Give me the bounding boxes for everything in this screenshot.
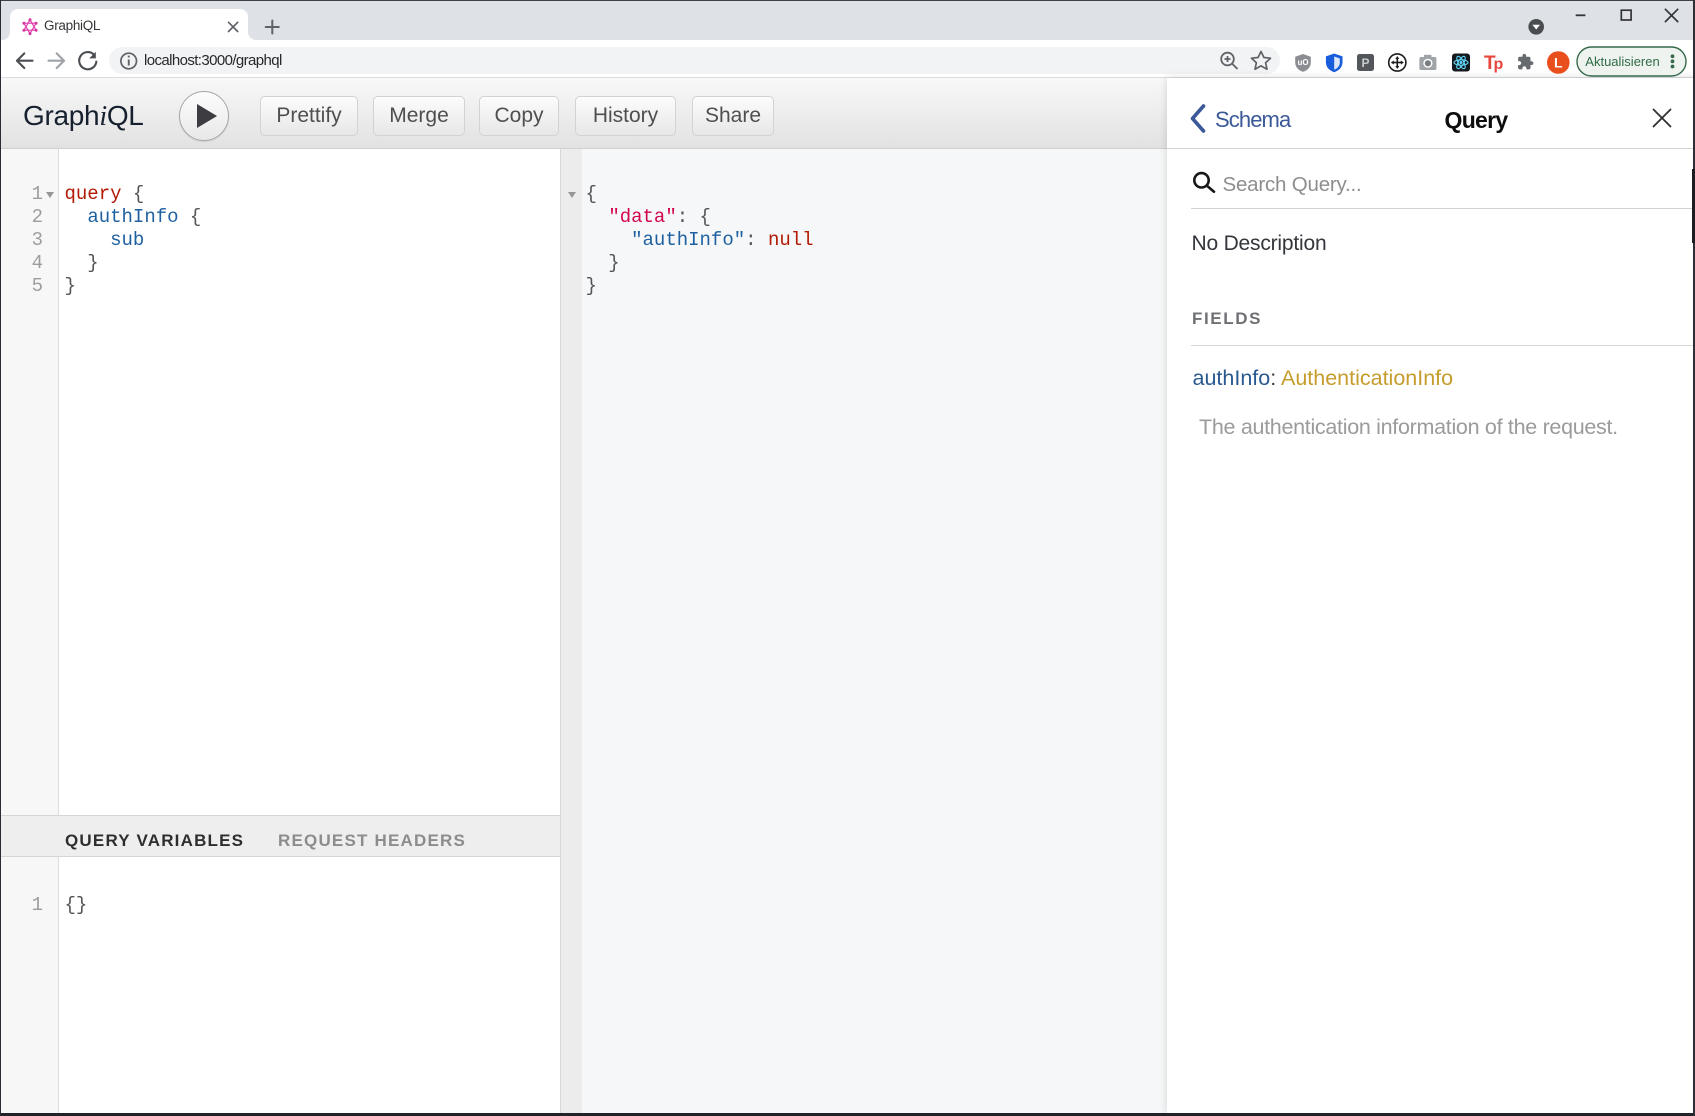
svg-text:L: L <box>1554 55 1563 71</box>
svg-text:P: P <box>1361 56 1369 70</box>
svg-text:uO: uO <box>1297 58 1308 67</box>
svg-text:p: p <box>1494 56 1504 73</box>
svg-text:Aktualisieren: Aktualisieren <box>1585 54 1659 69</box>
